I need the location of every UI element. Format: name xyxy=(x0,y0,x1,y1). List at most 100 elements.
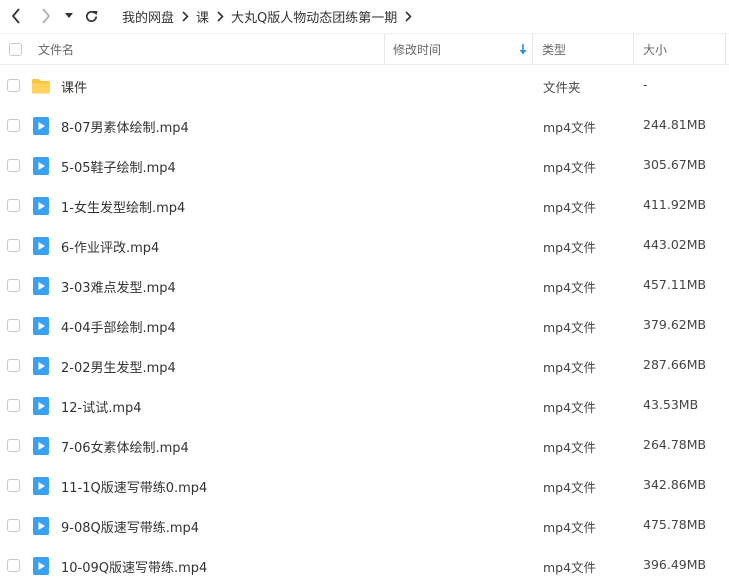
caret-down-icon xyxy=(65,13,73,18)
column-header-size[interactable]: 大小 xyxy=(634,34,726,65)
file-row[interactable]: 10-09Q版速写带练.mp4 mp4文件 396.49MB xyxy=(0,546,729,586)
file-row[interactable]: 7-06女素体绘制.mp4 mp4文件 264.78MB xyxy=(0,426,729,466)
breadcrumb-separator-icon xyxy=(397,10,419,22)
row-checkbox[interactable] xyxy=(7,319,20,332)
row-checkbox[interactable] xyxy=(7,439,20,452)
file-row[interactable]: 12-试试.mp4 mp4文件 43.53MB xyxy=(0,386,729,426)
row-checkbox[interactable] xyxy=(7,479,20,492)
file-row[interactable]: 课件 文件夹 - xyxy=(0,66,729,106)
file-type: mp4文件 xyxy=(543,240,597,255)
breadcrumb-item-my-drive[interactable]: 我的网盘 xyxy=(122,7,174,26)
video-file-icon xyxy=(31,516,51,536)
file-type: mp4文件 xyxy=(543,280,597,295)
column-header-modified-time[interactable]: 修改时间 xyxy=(385,34,533,65)
row-checkbox[interactable] xyxy=(7,559,20,572)
row-checkbox[interactable] xyxy=(7,239,20,252)
row-checkbox[interactable] xyxy=(7,519,20,532)
navigation-bar: 我的网盘 课 大丸Q版人物动态团练第一期 xyxy=(0,0,729,32)
breadcrumb-item-current-folder[interactable]: 大丸Q版人物动态团练第一期 xyxy=(231,7,397,26)
file-type: mp4文件 xyxy=(543,520,597,535)
video-file-icon xyxy=(31,556,51,576)
file-name[interactable]: 4-04手部绘制.mp4 xyxy=(61,317,176,336)
column-header-name[interactable]: 文件名 xyxy=(30,34,385,65)
file-type: mp4文件 xyxy=(543,440,597,455)
file-type: mp4文件 xyxy=(543,560,597,575)
video-file-icon xyxy=(31,116,51,136)
file-row[interactable]: 5-05鞋子绘制.mp4 mp4文件 305.67MB xyxy=(0,146,729,186)
row-checkbox[interactable] xyxy=(7,359,20,372)
file-name[interactable]: 10-09Q版速写带练.mp4 xyxy=(61,557,207,576)
file-row[interactable]: 11-1Q版速写带练0.mp4 mp4文件 342.86MB xyxy=(0,466,729,506)
file-size: 379.62MB xyxy=(643,317,707,332)
video-file-icon xyxy=(31,196,51,216)
file-size: 305.67MB xyxy=(643,157,707,172)
file-type: mp4文件 xyxy=(543,320,597,335)
file-list: 课件 文件夹 - 8-07男素体绘制.mp4 mp4文件 244.81MB 5-… xyxy=(0,66,729,586)
video-file-icon xyxy=(31,476,51,496)
select-all-checkbox[interactable] xyxy=(8,43,22,56)
file-name[interactable]: 课件 xyxy=(61,77,87,96)
file-row[interactable]: 8-07男素体绘制.mp4 mp4文件 244.81MB xyxy=(0,106,729,146)
file-size: - xyxy=(643,77,648,92)
column-header-modified-time-label: 修改时间 xyxy=(393,43,442,57)
file-name[interactable]: 11-1Q版速写带练0.mp4 xyxy=(61,477,207,496)
forward-button[interactable] xyxy=(36,6,56,26)
breadcrumb: 我的网盘 课 大丸Q版人物动态团练第一期 xyxy=(122,7,419,26)
video-file-icon xyxy=(31,236,51,256)
refresh-icon xyxy=(85,10,98,22)
file-size: 287.66MB xyxy=(643,357,707,372)
video-file-icon xyxy=(31,156,51,176)
file-type: mp4文件 xyxy=(543,200,597,215)
file-size: 396.49MB xyxy=(643,557,707,572)
select-all-cell xyxy=(0,34,30,65)
file-type: mp4文件 xyxy=(543,120,597,135)
file-row[interactable]: 4-04手部绘制.mp4 mp4文件 379.62MB xyxy=(0,306,729,346)
file-name[interactable]: 7-06女素体绘制.mp4 xyxy=(61,437,189,456)
history-dropdown-button[interactable] xyxy=(62,6,76,26)
refresh-button[interactable] xyxy=(81,6,101,26)
video-file-icon xyxy=(31,436,51,456)
file-browser: 我的网盘 课 大丸Q版人物动态团练第一期 文件名 修改时间 类型 大小 课件 文… xyxy=(0,0,729,588)
file-size: 342.86MB xyxy=(643,477,707,492)
column-header: 文件名 修改时间 类型 大小 xyxy=(0,33,729,65)
file-size: 43.53MB xyxy=(643,397,699,412)
row-checkbox[interactable] xyxy=(7,119,20,132)
file-name[interactable]: 9-08Q版速写带练.mp4 xyxy=(61,517,199,536)
chevron-right-icon xyxy=(42,8,51,24)
video-file-icon xyxy=(31,396,51,416)
file-type: mp4文件 xyxy=(543,160,597,175)
row-checkbox[interactable] xyxy=(7,279,20,292)
file-name[interactable]: 6-作业评改.mp4 xyxy=(61,237,159,256)
breadcrumb-item-course[interactable]: 课 xyxy=(196,7,209,26)
row-checkbox[interactable] xyxy=(7,79,20,92)
file-row[interactable]: 3-03难点发型.mp4 mp4文件 457.11MB xyxy=(0,266,729,306)
breadcrumb-separator-icon xyxy=(174,10,196,22)
video-file-icon xyxy=(31,316,51,336)
file-type: mp4文件 xyxy=(543,360,597,375)
file-row[interactable]: 9-08Q版速写带练.mp4 mp4文件 475.78MB xyxy=(0,506,729,546)
column-header-type[interactable]: 类型 xyxy=(533,34,634,65)
back-button[interactable] xyxy=(6,6,26,26)
column-header-type-label: 类型 xyxy=(542,43,567,57)
file-size: 264.78MB xyxy=(643,437,707,452)
file-name[interactable]: 8-07男素体绘制.mp4 xyxy=(61,117,189,136)
file-size: 457.11MB xyxy=(643,277,707,292)
file-row[interactable]: 2-02男生发型.mp4 mp4文件 287.66MB xyxy=(0,346,729,386)
chevron-left-icon xyxy=(11,8,20,24)
breadcrumb-separator-icon xyxy=(209,10,231,22)
file-name[interactable]: 5-05鞋子绘制.mp4 xyxy=(61,157,176,176)
file-name[interactable]: 1-女生发型绘制.mp4 xyxy=(61,197,185,216)
file-type: mp4文件 xyxy=(543,400,597,415)
file-name[interactable]: 3-03难点发型.mp4 xyxy=(61,277,176,296)
video-file-icon xyxy=(31,356,51,376)
file-row[interactable]: 1-女生发型绘制.mp4 mp4文件 411.92MB xyxy=(0,186,729,226)
file-row[interactable]: 6-作业评改.mp4 mp4文件 443.02MB xyxy=(0,226,729,266)
file-name[interactable]: 2-02男生发型.mp4 xyxy=(61,357,176,376)
file-name[interactable]: 12-试试.mp4 xyxy=(61,397,142,416)
sort-descending-icon xyxy=(519,44,527,55)
row-checkbox[interactable] xyxy=(7,399,20,412)
file-size: 244.81MB xyxy=(643,117,707,132)
row-checkbox[interactable] xyxy=(7,199,20,212)
row-checkbox[interactable] xyxy=(7,159,20,172)
video-file-icon xyxy=(31,276,51,296)
